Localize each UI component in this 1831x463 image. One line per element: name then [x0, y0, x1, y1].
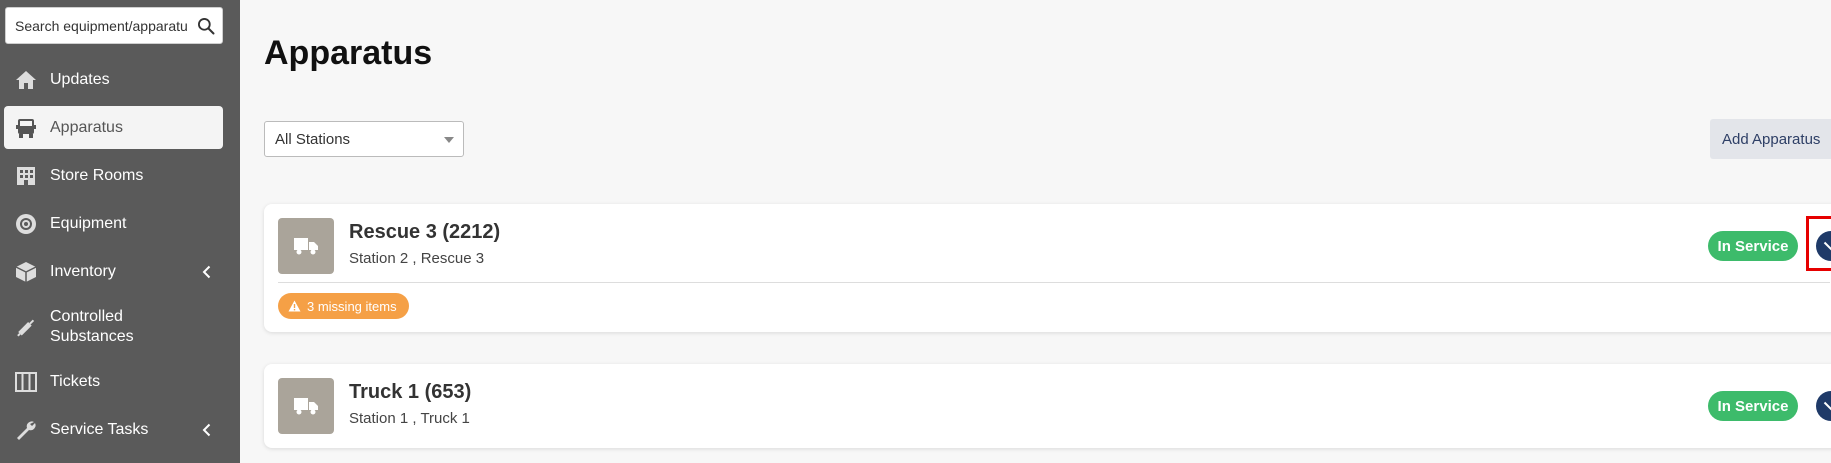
chevron-left-icon[interactable]	[200, 265, 214, 279]
sidebar-item-inventory[interactable]: Inventory	[0, 248, 240, 296]
sidebar-item-service-tasks[interactable]: Service Tasks	[0, 406, 240, 454]
sidebar-item-updates[interactable]: Updates	[0, 56, 240, 104]
chevron-down-icon	[1823, 401, 1831, 411]
highlight-box	[1806, 216, 1831, 271]
add-apparatus-button[interactable]: Add Apparatus	[1710, 119, 1831, 159]
sidebar-item-label: Service Tasks	[50, 421, 149, 438]
sidebar-item-label: Controlled Substances	[50, 308, 134, 345]
caret-down-icon	[444, 137, 454, 143]
truck-icon	[294, 238, 318, 255]
search-box	[5, 7, 223, 44]
missing-items-text: 3 missing items	[307, 298, 397, 314]
expand-button[interactable]	[1816, 391, 1831, 421]
warning-icon	[288, 300, 301, 312]
station-filter-value: All Stations	[275, 130, 351, 148]
truck-icon	[294, 398, 318, 415]
status-badge: In Service	[1708, 391, 1798, 421]
columns-icon	[14, 370, 38, 394]
sidebar-item-label: Tickets	[50, 373, 101, 390]
sidebar-item-tickets[interactable]: Tickets	[0, 358, 240, 406]
chevron-left-icon[interactable]	[200, 423, 214, 437]
apparatus-station: Station 1 , Truck 1	[349, 410, 470, 427]
sidebar: Updates Apparatus Store Rooms Equipment	[0, 0, 240, 463]
apparatus-station: Station 2 , Rescue 3	[349, 250, 485, 267]
sidebar-item-label: Inventory	[50, 263, 116, 280]
station-filter-select[interactable]: All Stations	[264, 121, 464, 157]
apparatus-name[interactable]: Rescue 3 (2212)	[349, 221, 500, 244]
syringe-icon	[14, 315, 38, 339]
sidebar-item-label: Equipment	[50, 215, 127, 232]
apparatus-card[interactable]: Rescue 3 (2212) Station 2 , Rescue 3 In …	[264, 204, 1831, 332]
apparatus-card[interactable]: Truck 1 (653) Station 1 , Truck 1 In Ser…	[264, 364, 1831, 448]
home-icon	[14, 68, 38, 92]
wrench-icon	[14, 418, 38, 442]
sidebar-item-equipment[interactable]: Equipment	[0, 200, 240, 248]
sidebar-item-controlled-substances[interactable]: Controlled Substances	[0, 296, 240, 358]
status-badge: In Service	[1708, 231, 1798, 261]
sidebar-item-label: Store Rooms	[50, 167, 144, 184]
divider	[278, 282, 1830, 283]
gear-icon	[14, 212, 38, 236]
sidebar-item-label: Apparatus	[50, 118, 123, 136]
apparatus-thumbnail	[278, 378, 334, 434]
box-icon	[14, 260, 38, 284]
building-icon	[14, 164, 38, 188]
sidebar-item-store-rooms[interactable]: Store Rooms	[0, 152, 240, 200]
page-title: Apparatus	[264, 34, 433, 72]
sidebar-item-apparatus[interactable]: Apparatus	[4, 106, 223, 149]
truck-icon	[14, 116, 38, 140]
apparatus-name[interactable]: Truck 1 (653)	[349, 381, 471, 404]
sidebar-item-label: Updates	[50, 71, 110, 88]
search-input[interactable]	[6, 17, 188, 34]
apparatus-thumbnail	[278, 218, 334, 274]
search-icon[interactable]	[196, 16, 216, 36]
missing-items-badge[interactable]: 3 missing items	[278, 293, 409, 319]
main-content: Apparatus All Stations Add Apparatus Res…	[240, 0, 1831, 463]
sidebar-nav: Updates Apparatus Store Rooms Equipment	[0, 56, 240, 454]
